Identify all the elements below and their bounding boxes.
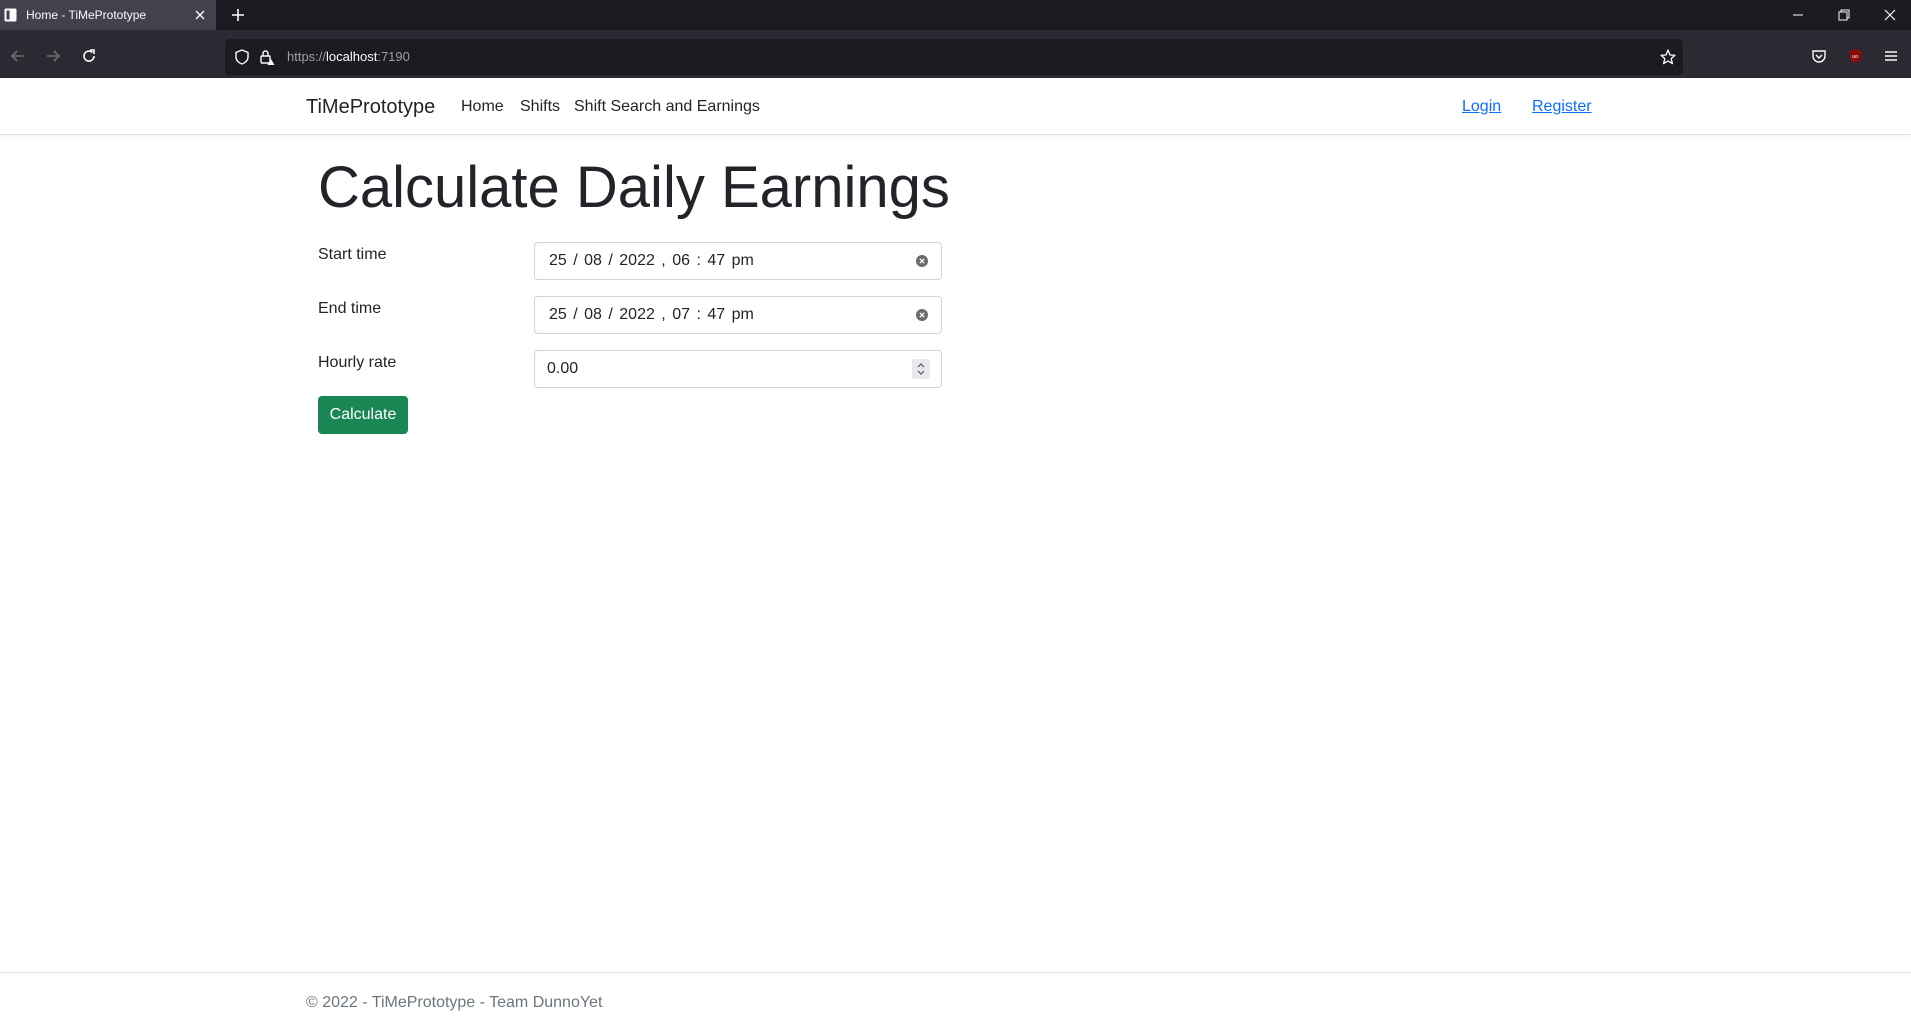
url-text: https://localhost:7190 <box>287 39 410 75</box>
start-time-input[interactable]: 25 / 08 / 2022 , 06 : 47 pm <box>534 242 942 280</box>
page-footer: © 2022 - TiMePrototype - Team DunnoYet <box>0 972 1911 1029</box>
url-scheme: https:// <box>287 49 327 64</box>
close-tab-icon[interactable] <box>193 8 207 22</box>
page-icon <box>4 8 17 22</box>
start-time-label: Start time <box>318 246 387 263</box>
end-time-input[interactable]: 25 / 08 / 2022 , 07 : 47 pm <box>534 296 942 334</box>
close-window-icon[interactable] <box>1882 7 1898 23</box>
page-title: Calculate Daily Earnings <box>318 155 950 220</box>
number-spinner-icon[interactable] <box>912 359 930 379</box>
shield-icon[interactable] <box>233 48 251 66</box>
end-time-label: End time <box>318 300 382 317</box>
hourly-rate-value: 0.00 <box>547 360 579 377</box>
clear-icon[interactable] <box>915 308 929 322</box>
calculate-button[interactable]: Calculate <box>318 396 408 434</box>
end-time-value: 25 / 08 / 2022 , 07 : 47 pm <box>549 306 754 323</box>
hourly-rate-input[interactable]: 0.00 <box>534 350 942 388</box>
nav-link-home[interactable]: Home <box>461 78 504 136</box>
login-link[interactable]: Login <box>1462 78 1501 136</box>
minimize-icon[interactable] <box>1790 7 1806 23</box>
back-icon[interactable] <box>9 47 27 65</box>
clear-icon[interactable] <box>915 254 929 268</box>
site-navbar: TiMePrototype Home Shifts Shift Search a… <box>0 78 1911 135</box>
reload-icon[interactable] <box>80 47 98 65</box>
ublock-icon[interactable]: uo <box>1846 47 1864 65</box>
start-time-value: 25 / 08 / 2022 , 06 : 47 pm <box>549 252 754 269</box>
brand-link[interactable]: TiMePrototype <box>306 78 435 136</box>
hourly-rate-label: Hourly rate <box>318 354 397 371</box>
url-port: :7190 <box>377 49 410 64</box>
url-host: localhost <box>326 49 378 64</box>
browser-tab-bar: Home - TiMePrototype <box>0 0 1911 30</box>
pocket-icon[interactable] <box>1810 47 1828 65</box>
url-bar[interactable]: https://localhost:7190 <box>225 39 1683 75</box>
nav-link-shifts[interactable]: Shifts <box>520 78 560 136</box>
register-link[interactable]: Register <box>1532 78 1592 136</box>
tab-title: Home - TiMePrototype <box>26 8 147 22</box>
lock-warning-icon[interactable] <box>258 48 276 66</box>
svg-text:uo: uo <box>1852 54 1858 60</box>
footer-text: © 2022 - TiMePrototype - Team DunnoYet <box>306 994 603 1011</box>
forward-icon[interactable] <box>44 47 62 65</box>
browser-tab[interactable]: Home - TiMePrototype <box>0 0 216 30</box>
menu-icon[interactable] <box>1882 47 1900 65</box>
nav-link-shift-search[interactable]: Shift Search and Earnings <box>574 78 760 136</box>
bookmark-star-icon[interactable] <box>1659 48 1677 66</box>
restore-icon[interactable] <box>1836 7 1852 23</box>
new-tab-icon[interactable] <box>230 7 246 23</box>
